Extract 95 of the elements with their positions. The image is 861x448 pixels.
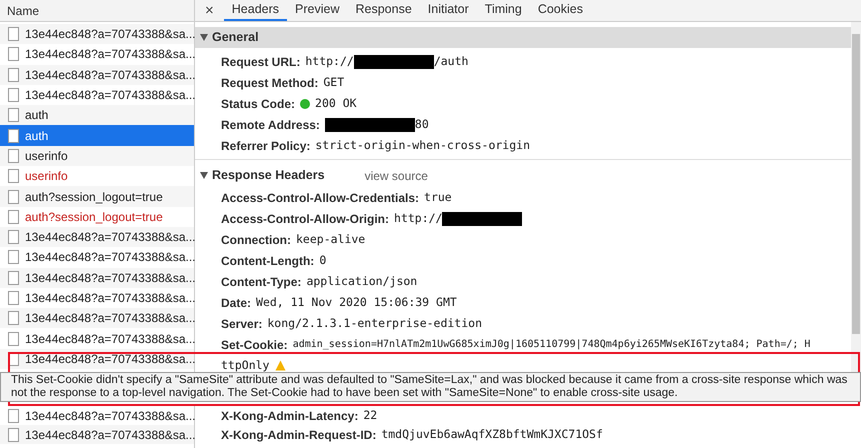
file-icon — [8, 128, 19, 143]
file-icon — [8, 428, 19, 442]
file-icon — [8, 68, 19, 82]
header-value: strict-origin-when-cross-origin — [315, 136, 530, 154]
request-name: 13e44ec848?a=70743388&sa... — [25, 426, 196, 444]
request-name: 13e44ec848?a=70743388&sa... — [25, 408, 196, 424]
tab[interactable]: Headers — [224, 0, 288, 21]
file-icon — [8, 27, 19, 42]
header-value: http:// — [305, 52, 354, 70]
header-name: Access-Control-Allow-Origin: — [221, 210, 390, 228]
request-name: auth?session_logout=true — [25, 188, 163, 206]
file-icon — [8, 250, 19, 264]
request-name: 13e44ec848?a=70743388&sa... — [25, 350, 196, 368]
request-name: auth — [25, 128, 48, 145]
request-row[interactable]: 13e44ec848?a=70743388&sa... — [0, 268, 194, 288]
request-row[interactable]: auth — [0, 125, 194, 146]
header-name: Connection: — [221, 232, 291, 248]
request-name: 13e44ec848?a=70743388&sa... — [25, 290, 196, 307]
header-value: tmdQjuvEb6awAqfXZ8bftWmKJXC71OSf — [381, 426, 603, 443]
header-value: admin_session=H7nlATm2m1UwG685ximJ0g|1605110799|748Qm4p6yi265MWseKI6Tzyta84; Path=/; H — [292, 338, 810, 352]
tab[interactable]: Timing — [476, 0, 530, 21]
header-value: GET — [323, 74, 344, 91]
request-name: 13e44ec848?a=70743388&sa... — [25, 270, 196, 287]
file-icon — [8, 47, 19, 62]
request-name: auth?session_logout=true — [25, 208, 163, 226]
header-value: 0 — [319, 252, 326, 269]
file-icon — [8, 148, 19, 163]
request-row[interactable]: userinfo — [0, 166, 194, 186]
header-name: Set-Cookie: — [221, 336, 288, 354]
request-name: 13e44ec848?a=70743388&sa... — [25, 330, 196, 348]
request-row[interactable]: auth?session_logout=true — [0, 206, 194, 227]
file-icon — [8, 408, 19, 422]
header-name: Server: — [221, 316, 262, 332]
request-row[interactable]: 13e44ec848?a=70743388&sa... — [0, 308, 194, 328]
header-name: Content-Length: — [221, 252, 314, 270]
tooltip: This Set-Cookie didn't specify a "SameSite" attribute and was defaulted to "SameSite=Lax," and was blocked because it came from a cross-site response which was not the response to a top-level navigation. The Set-Cookie had to have been set with "SameSite=None" to enable cross-site usage. — [0, 372, 861, 402]
view-source-link[interactable]: view source — [364, 166, 428, 184]
header-value: kong/2.1.3.1-enterprise-edition — [267, 314, 482, 332]
header-value: 22 — [363, 406, 378, 424]
header-value: http:// — [394, 210, 442, 227]
file-icon — [8, 210, 19, 224]
tab[interactable]: Initiator — [420, 0, 477, 21]
header-name: Content-Type: — [221, 274, 302, 290]
header-value: /auth — [434, 52, 468, 70]
request-name: 13e44ec848?a=70743388&sa... — [25, 26, 196, 44]
request-row[interactable]: auth — [0, 105, 194, 126]
request-name: 13e44ec848?a=70743388&sa... — [25, 87, 196, 104]
request-row[interactable]: 13e44ec848?a=70743388&sa... — [0, 425, 194, 444]
request-name: 13e44ec848?a=70743388&sa... — [25, 46, 196, 64]
name-column-header[interactable]: Name — [0, 0, 194, 22]
tab[interactable]: Response — [347, 0, 420, 21]
file-icon — [8, 291, 19, 305]
request-name: 13e44ec848?a=70743388&sa... — [25, 66, 196, 84]
header-value: Wed, 11 Nov 2020 15:06:39 GMT — [256, 294, 457, 311]
header-value: 200 OK — [315, 94, 357, 112]
request-row[interactable]: auth?session_logout=true — [0, 186, 194, 207]
request-row[interactable]: 13e44ec848?a=70743388&sa... — [0, 226, 194, 248]
file-icon — [8, 108, 19, 122]
tab[interactable]: Cookies — [530, 0, 591, 21]
file-icon — [8, 270, 19, 285]
request-row[interactable]: userinfo — [0, 146, 194, 166]
file-icon — [8, 190, 19, 204]
request-name: userinfo — [25, 168, 68, 186]
file-icon — [8, 230, 19, 244]
triangle-icon — [200, 34, 208, 41]
header-name: Request Method: — [221, 74, 318, 92]
file-icon — [8, 88, 19, 102]
request-name: auth — [25, 107, 48, 124]
header-name: Request URL: — [221, 54, 300, 70]
section-header[interactable]: General — [195, 27, 851, 48]
header-name: Referrer Policy: — [221, 138, 310, 154]
header-name: Access-Control-Allow-Credentials: — [221, 190, 420, 206]
request-row[interactable]: 13e44ec848?a=70743388&sa... — [0, 24, 194, 44]
header-value: application/json — [306, 272, 418, 290]
header-name: Status Code: — [221, 96, 296, 112]
tab[interactable]: Preview — [287, 0, 348, 21]
header-value: ttpOnly — [221, 356, 270, 374]
request-name: 13e44ec848?a=70743388&sa... — [25, 249, 196, 266]
header-value: keep-alive — [296, 230, 366, 248]
header-value: 80 — [414, 116, 429, 133]
file-icon — [8, 169, 19, 184]
close-button[interactable]: × — [195, 0, 224, 21]
request-row[interactable]: 13e44ec848?a=70743388&sa... — [0, 64, 194, 85]
section-header[interactable]: Response Headers view source — [195, 165, 851, 186]
header-name: X-Kong-Admin-Request-ID: — [221, 426, 376, 444]
file-icon — [8, 332, 19, 346]
file-icon — [8, 311, 19, 326]
header-name: Remote Address: — [221, 116, 320, 134]
header-name: X-Kong-Admin-Latency: — [221, 408, 358, 424]
request-name: 13e44ec848?a=70743388&sa... — [25, 229, 196, 246]
header-name: Date: — [221, 294, 252, 312]
request-name: 13e44ec848?a=70743388&sa... — [25, 310, 196, 328]
header-value: true — [424, 188, 452, 206]
request-name: userinfo — [25, 148, 68, 165]
triangle-icon — [200, 172, 208, 179]
